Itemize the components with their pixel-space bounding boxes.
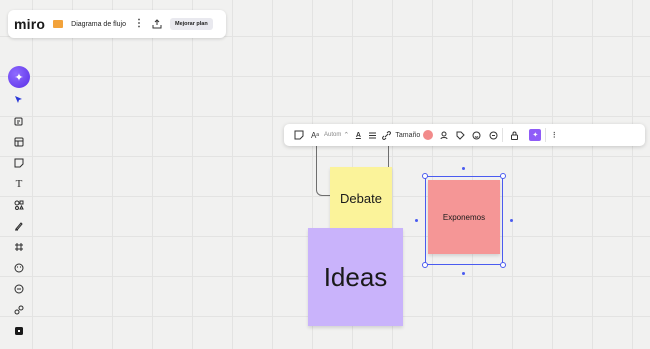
selection-frame [425, 176, 503, 265]
font-size-mode[interactable]: Autom [324, 124, 341, 146]
sticky-note-text: Debate [340, 190, 382, 206]
board-name[interactable]: Diagrama de flujo [71, 21, 126, 28]
frame-icon[interactable] [11, 239, 27, 255]
folder-icon [53, 20, 64, 28]
color-swatch [423, 130, 434, 140]
connection-point[interactable] [510, 219, 513, 222]
font-size-icon[interactable]: Aa [308, 124, 322, 146]
kebab-icon[interactable]: ⋮ [134, 19, 144, 29]
pen-icon[interactable] [11, 218, 27, 234]
context-toolbar: Aa Autom ⌃ A Tamaño ✦ ⋮ [284, 124, 645, 146]
size-label[interactable]: Tamaño [395, 124, 420, 146]
more-options-icon[interactable]: ⋮ [546, 124, 562, 146]
resize-handle[interactable] [422, 173, 428, 179]
table-layout-icon[interactable] [11, 134, 27, 150]
upgrade-plan-button[interactable]: Mejorar plan [170, 18, 213, 30]
miro-logo[interactable]: miro [14, 16, 45, 32]
resize-handle[interactable] [500, 173, 506, 179]
sticky-note-icon[interactable] [11, 155, 27, 171]
connection-point[interactable] [462, 167, 465, 170]
select-arrow-icon[interactable] [11, 92, 27, 108]
connection-point[interactable] [415, 219, 418, 222]
templates-icon[interactable] [11, 113, 27, 129]
resize-handle[interactable] [422, 262, 428, 268]
tag-icon[interactable] [452, 124, 468, 146]
lock-icon[interactable] [503, 124, 525, 146]
fill-color-button[interactable] [420, 124, 436, 146]
text-color-icon[interactable]: A [351, 124, 365, 146]
connection-point[interactable] [462, 272, 465, 275]
left-toolbar: T [10, 92, 28, 349]
link-icon[interactable] [379, 124, 393, 146]
sticky-note-text: Ideas [323, 261, 388, 292]
sticker-icon[interactable] [11, 260, 27, 276]
more-apps-icon[interactable] [11, 323, 27, 339]
connectors-icon[interactable] [11, 302, 27, 318]
sticky-type-icon[interactable] [290, 124, 308, 146]
board-header: miro Diagrama de flujo ⋮ Mejorar plan [8, 10, 226, 38]
sparkle-icon[interactable]: ✦ [8, 66, 30, 88]
comment-icon[interactable] [11, 281, 27, 297]
assign-icon[interactable] [436, 124, 452, 146]
ai-assist-button[interactable]: ✦ [525, 124, 545, 146]
comment-icon[interactable] [484, 124, 502, 146]
upload-icon[interactable] [152, 19, 162, 29]
resize-handle[interactable] [500, 262, 506, 268]
shapes-icon[interactable] [11, 197, 27, 213]
align-icon[interactable] [365, 124, 379, 146]
sparkle-icon: ✦ [529, 129, 542, 141]
reaction-icon[interactable] [468, 124, 484, 146]
sticky-note-debate[interactable]: Debate [330, 167, 392, 229]
stepper-icon[interactable]: ⌃ [341, 124, 351, 146]
sticky-note-ideas[interactable]: Ideas [308, 228, 403, 326]
text-icon[interactable]: T [11, 176, 27, 192]
